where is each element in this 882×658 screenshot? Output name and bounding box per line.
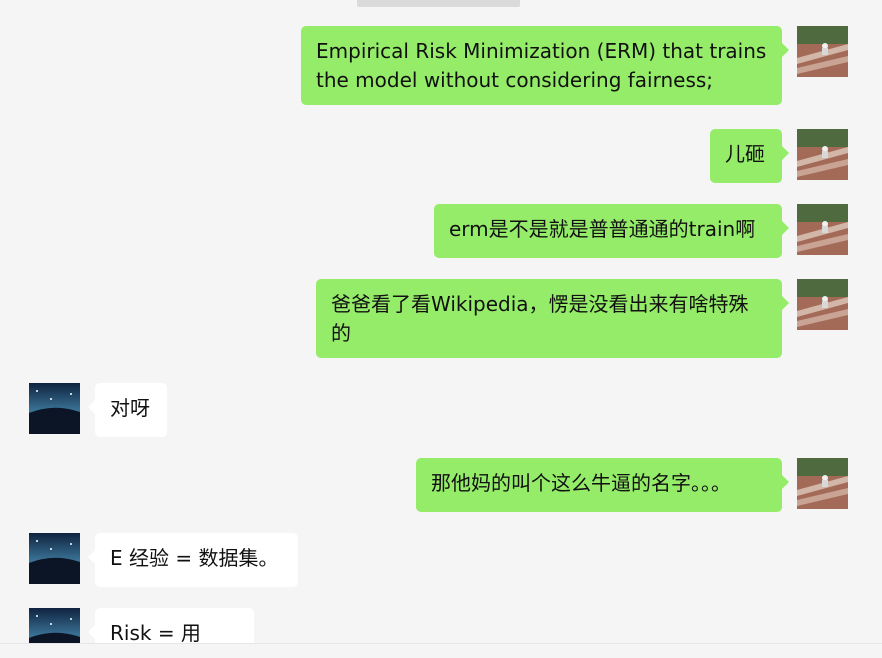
avatar-outdoor-photo-icon: [797, 458, 848, 509]
self-avatar[interactable]: [797, 129, 848, 180]
avatar-night-sky-icon: [29, 533, 80, 584]
other-avatar[interactable]: [29, 533, 80, 584]
self-avatar[interactable]: [797, 26, 848, 77]
other-avatar[interactable]: [29, 383, 80, 434]
avatar-outdoor-photo-icon: [797, 26, 848, 77]
message-text: 爸爸看了看Wikipedia，愣是没看出来有啥特殊的: [331, 292, 749, 345]
avatar-outdoor-photo-icon: [797, 204, 848, 255]
message-bubble-outgoing[interactable]: 那他妈的叫个这么牛逼的名字。。。: [416, 458, 789, 512]
avatar-night-sky-icon: [29, 383, 80, 434]
time-tag: [357, 0, 520, 7]
message-bubble-incoming[interactable]: 对呀: [88, 383, 167, 437]
message-bubble-outgoing[interactable]: Empirical Risk Minimization (ERM) that t…: [301, 26, 789, 105]
message-bubble-outgoing[interactable]: 爸爸看了看Wikipedia，愣是没看出来有啥特殊的: [316, 279, 789, 358]
chat-bottom-divider: [0, 643, 882, 658]
avatar-outdoor-photo-icon: [797, 129, 848, 180]
message-text: Empirical Risk Minimization (ERM) that t…: [316, 39, 767, 92]
chat-window: Empirical Risk Minimization (ERM) that t…: [0, 0, 882, 658]
message-text: 对呀: [110, 396, 150, 420]
self-avatar[interactable]: [797, 458, 848, 509]
message-bubble-outgoing[interactable]: 儿砸: [710, 129, 789, 183]
message-text: 儿砸: [725, 142, 765, 166]
message-bubble-incoming[interactable]: E 经验 = 数据集。: [88, 533, 298, 587]
avatar-outdoor-photo-icon: [797, 279, 848, 330]
message-bubble-outgoing[interactable]: erm是不是就是普普通通的train啊: [434, 204, 789, 258]
self-avatar[interactable]: [797, 204, 848, 255]
message-text: E 经验 = 数据集。: [110, 546, 279, 570]
self-avatar[interactable]: [797, 279, 848, 330]
message-text: erm是不是就是普普通通的train啊: [449, 217, 756, 241]
message-text: 那他妈的叫个这么牛逼的名字。。。: [431, 471, 731, 495]
